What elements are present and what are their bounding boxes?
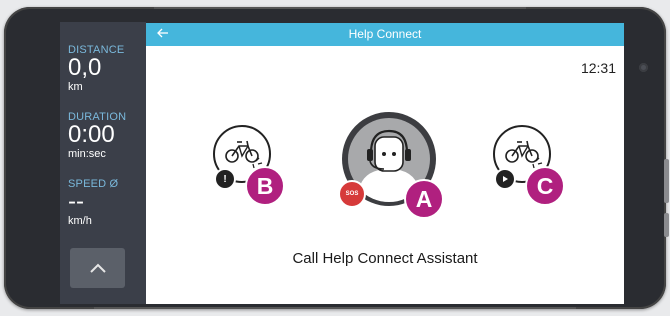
speed-stat: SPEED Ø -- km/h [68, 178, 142, 227]
option-b-ride-alert[interactable]: ! B [212, 120, 296, 206]
option-a-letter: A [404, 179, 444, 219]
option-b-letter: B [245, 166, 285, 206]
option-c-ride-play[interactable]: C [492, 120, 576, 206]
volume-button[interactable] [664, 159, 669, 203]
option-c-letter: C [525, 166, 565, 206]
help-connect-screen: Help Connect 12:31 ! B SOS A C Call Help… [146, 23, 624, 304]
exclamation-icon: ! [214, 168, 236, 190]
duration-unit: min:sec [68, 148, 106, 160]
phone-bottom-edge [94, 307, 576, 309]
play-icon [494, 168, 516, 190]
expand-up-button[interactable] [70, 248, 125, 288]
camera-icon [639, 63, 648, 72]
sos-badge-text: SOS [345, 191, 359, 197]
chevron-up-icon [89, 263, 106, 273]
distance-value: 0,0 [68, 54, 102, 81]
option-a-assistant[interactable]: SOS A [334, 109, 444, 221]
play-triangle-icon [503, 176, 508, 182]
call-assistant-label[interactable]: Call Help Connect Assistant [146, 250, 624, 267]
distance-unit: km [68, 81, 83, 93]
header-bar: Help Connect [146, 23, 624, 46]
duration-value: 0:00 [68, 121, 115, 148]
phone-top-edge [154, 7, 526, 9]
duration-stat: DURATION 0:00 min:sec [68, 111, 142, 160]
sos-call-icon: SOS [338, 180, 366, 208]
ride-stats-sidebar: DISTANCE 0,0 km DURATION 0:00 min:sec SP… [60, 22, 146, 304]
power-button[interactable] [664, 213, 669, 237]
distance-stat: DISTANCE 0,0 km [68, 44, 142, 93]
speed-value: -- [68, 188, 84, 215]
speed-unit: km/h [68, 215, 92, 227]
page-title: Help Connect [348, 27, 422, 41]
status-time: 12:31 [580, 60, 616, 76]
